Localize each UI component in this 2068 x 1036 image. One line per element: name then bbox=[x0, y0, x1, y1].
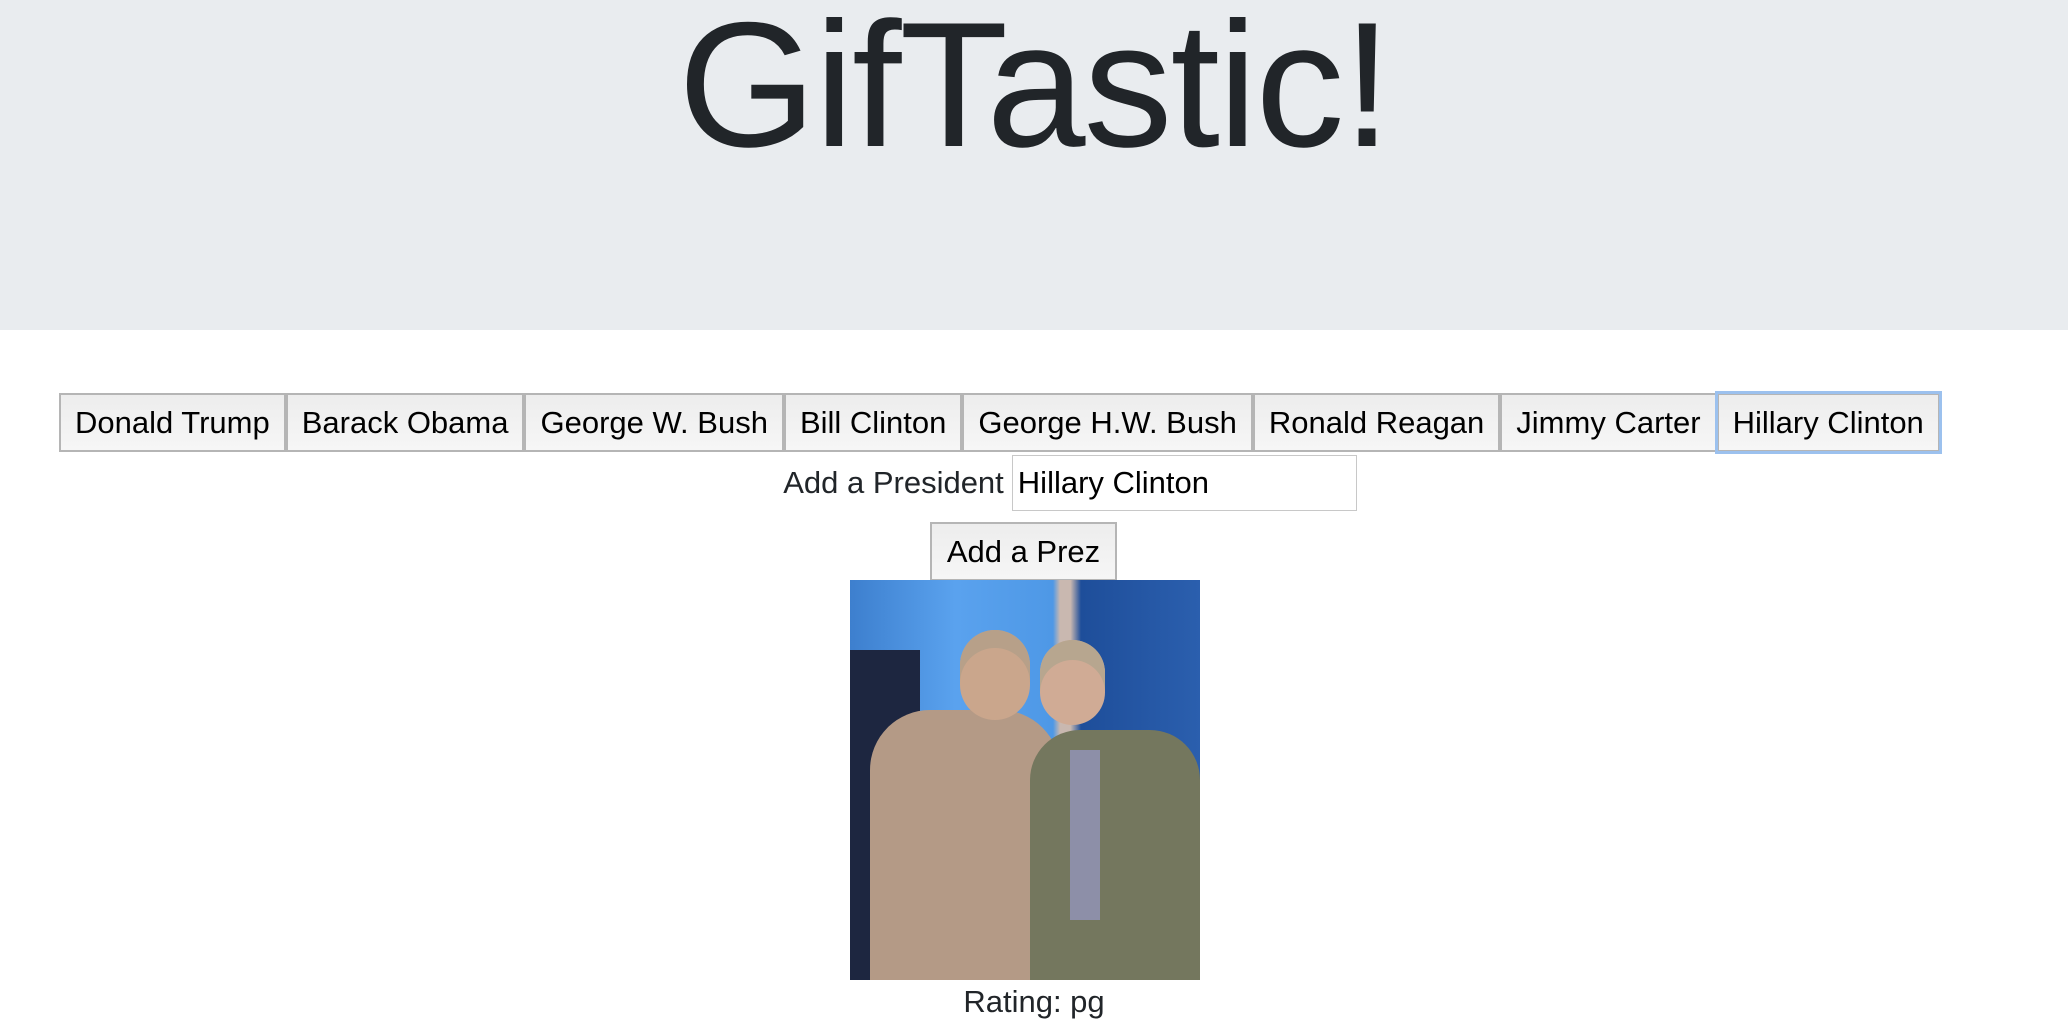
president-button-george-w-bush[interactable]: George W. Bush bbox=[524, 393, 784, 452]
president-buttons: Donald Trump Barack Obama George W. Bush… bbox=[59, 391, 1942, 454]
page-title: GifTastic! bbox=[678, 0, 1392, 184]
president-gif-image[interactable] bbox=[850, 580, 1200, 980]
gif-figure bbox=[1070, 750, 1100, 920]
header-jumbotron: GifTastic! bbox=[0, 0, 2068, 330]
gif-figure bbox=[1030, 730, 1200, 980]
add-president-form: Add a President bbox=[0, 455, 2068, 511]
gif-figure bbox=[960, 630, 1030, 720]
add-president-label: Add a President bbox=[783, 465, 1004, 500]
president-button-donald-trump[interactable]: Donald Trump bbox=[59, 393, 286, 452]
president-button-jimmy-carter[interactable]: Jimmy Carter bbox=[1500, 393, 1717, 452]
add-prez-button[interactable]: Add a Prez bbox=[930, 522, 1117, 581]
president-button-bill-clinton[interactable]: Bill Clinton bbox=[783, 393, 963, 452]
gif-figure bbox=[1040, 640, 1105, 725]
president-button-george-hw-bush[interactable]: George H.W. Bush bbox=[962, 393, 1253, 452]
president-button-hillary-clinton[interactable]: Hillary Clinton bbox=[1714, 391, 1942, 454]
add-president-input[interactable] bbox=[1011, 455, 1357, 511]
president-button-ronald-reagan[interactable]: Ronald Reagan bbox=[1252, 393, 1501, 452]
gif-rating: Rating: pg bbox=[963, 984, 1105, 1019]
president-button-barack-obama[interactable]: Barack Obama bbox=[285, 393, 525, 452]
